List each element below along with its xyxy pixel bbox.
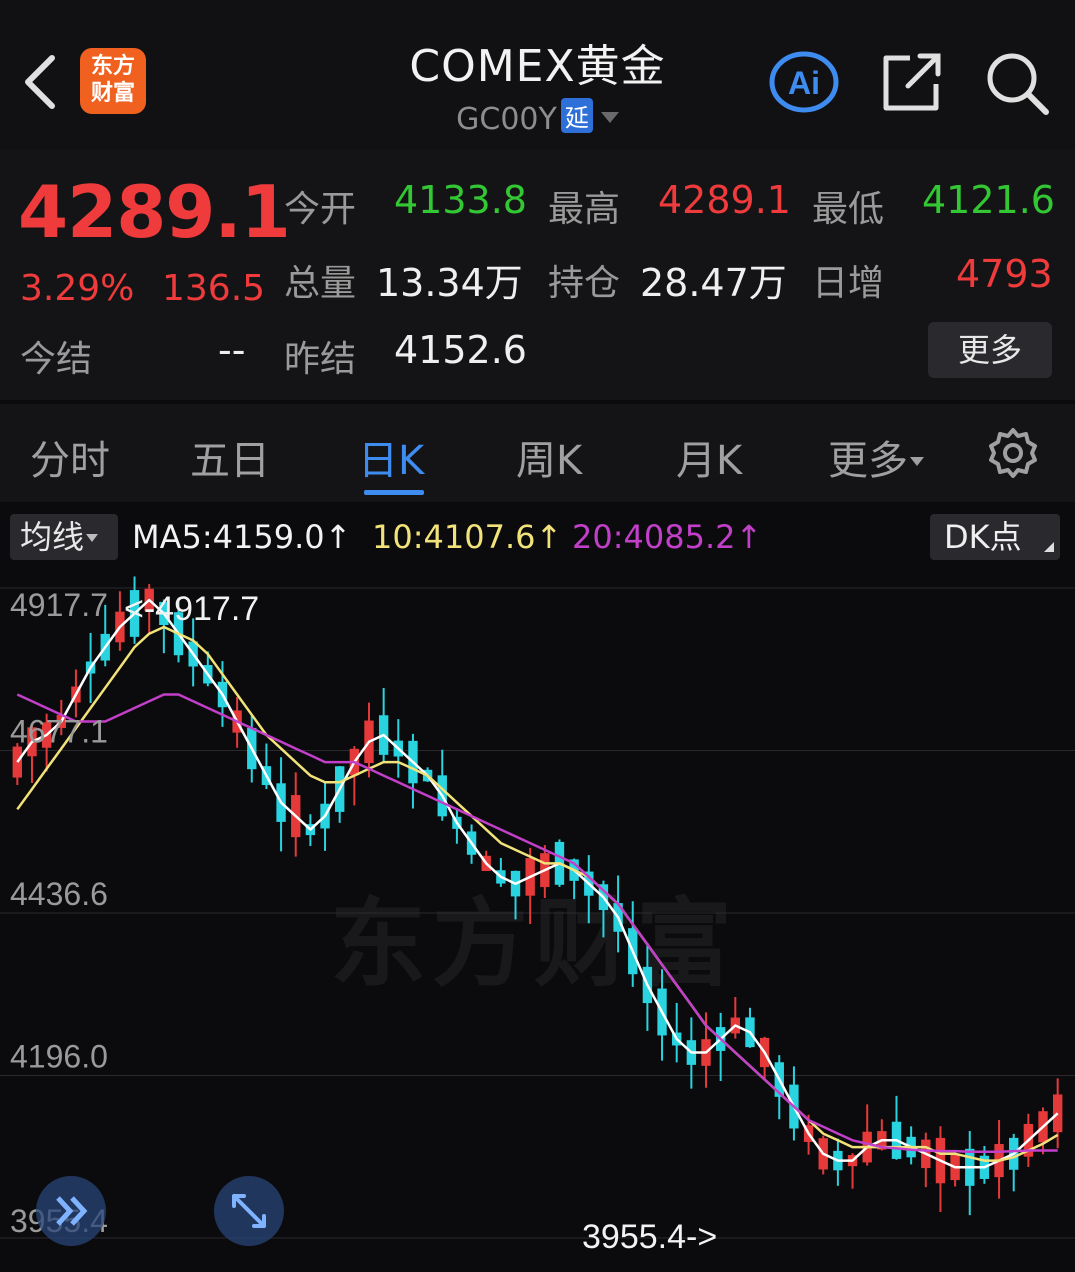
ma-line-ma20 xyxy=(16,693,1058,1154)
ma5-value: MA5:4159.0↑ xyxy=(132,518,352,556)
change-percent: 3.29% xyxy=(20,268,135,309)
tab-monthly-k[interactable]: 月K xyxy=(676,428,742,486)
period-tabs: 分时 五日 日K 周K 月K 更多 xyxy=(0,404,1075,502)
kline-svg: 4917.74677.14436.64196.03955.4<-4917.739… xyxy=(0,576,1075,1256)
tab-five-day[interactable]: 五日 xyxy=(190,428,270,486)
last-price: 4289.1 xyxy=(18,170,291,254)
settle-label: 今结 xyxy=(20,339,93,380)
open-interest-value: 28.47万 xyxy=(640,261,787,305)
candles xyxy=(12,576,1063,1216)
kline-chart[interactable]: 东方财富 4917.74677.14436.64196.03955.4<-491… xyxy=(0,566,1075,1272)
active-tab-indicator xyxy=(364,490,424,495)
tab-more[interactable]: 更多 xyxy=(828,428,924,486)
high-label: 最高 xyxy=(548,189,621,230)
tab-more-label: 更多 xyxy=(828,438,908,484)
y-tick-label: 4436.6 xyxy=(10,876,108,912)
share-icon[interactable] xyxy=(880,50,944,114)
dk-label: DK点 xyxy=(944,518,1022,556)
daily-increase-value: 4793 xyxy=(956,252,1053,296)
gear-icon[interactable] xyxy=(986,426,1040,480)
header-bar: 东方 财富 COMEX黄金 GC00Y 延 Ai xyxy=(0,0,1075,150)
ma20-value: 20:4085.2↑ xyxy=(572,518,763,556)
quote-panel: 4289.1 3.29% 136.5 今开 4133.8 最高 4289.1 最… xyxy=(0,150,1075,400)
fullscreen-button[interactable] xyxy=(214,1176,284,1246)
open-label: 今开 xyxy=(284,189,357,230)
ma-type-select[interactable]: 均线 xyxy=(10,514,118,560)
open-interest-label: 持仓 xyxy=(548,263,621,304)
ma10-value: 10:4107.6↑ xyxy=(372,518,563,556)
chevron-down-icon xyxy=(86,534,99,542)
low-label: 最低 xyxy=(812,189,885,230)
ma-select-label: 均线 xyxy=(20,518,85,556)
search-icon[interactable] xyxy=(984,50,1050,116)
chevron-down-icon xyxy=(600,112,619,123)
code-text: GC00Y xyxy=(456,102,557,137)
daily-increase-label: 日增 xyxy=(812,263,885,304)
volume-value: 13.34万 xyxy=(376,261,523,305)
max-price-annotation: <-4917.7 xyxy=(124,590,259,628)
dk-point-button[interactable]: DK点 xyxy=(930,514,1060,560)
y-tick-label: 4196.0 xyxy=(10,1038,108,1074)
ma-indicator-row: 均线 MA5:4159.0↑ 10:4107.6↑ 20:4085.2↑ DK点 xyxy=(0,508,1075,564)
open-value: 4133.8 xyxy=(394,178,527,222)
change-amount: 136.5 xyxy=(162,268,266,309)
delay-badge: 延 xyxy=(560,98,593,133)
expand-panel-button[interactable] xyxy=(36,1176,106,1246)
corner-triangle-icon xyxy=(1044,542,1054,552)
y-tick-label: 4677.1 xyxy=(10,714,108,750)
min-price-annotation: 3955.4-> xyxy=(582,1218,717,1256)
low-value: 4121.6 xyxy=(922,178,1055,222)
prev-settle-value: 4152.6 xyxy=(394,328,527,372)
expand-arrows-icon xyxy=(232,1194,266,1228)
y-tick-label: 4917.7 xyxy=(10,587,108,623)
tab-daily-k[interactable]: 日K xyxy=(358,428,424,486)
tab-weekly-k[interactable]: 周K xyxy=(516,428,582,486)
ma-line-ma5 xyxy=(16,598,1059,1169)
ma-lines xyxy=(16,598,1059,1169)
prev-settle-label: 昨结 xyxy=(284,339,357,380)
ma-line-ma10 xyxy=(16,625,1059,1162)
volume-label: 总量 xyxy=(284,263,357,304)
chevron-down-icon xyxy=(910,457,924,466)
axis-labels: 4917.74677.14436.64196.03955.4<-4917.739… xyxy=(10,587,717,1256)
tab-intraday[interactable]: 分时 xyxy=(30,428,110,486)
ai-label: Ai xyxy=(788,65,820,101)
ai-assistant-icon[interactable]: Ai xyxy=(768,50,840,114)
settle-value: -- xyxy=(218,328,246,372)
double-chevron-right-icon xyxy=(56,1196,88,1226)
more-fields-button[interactable]: 更多 xyxy=(928,322,1052,378)
high-value: 4289.1 xyxy=(658,178,791,222)
